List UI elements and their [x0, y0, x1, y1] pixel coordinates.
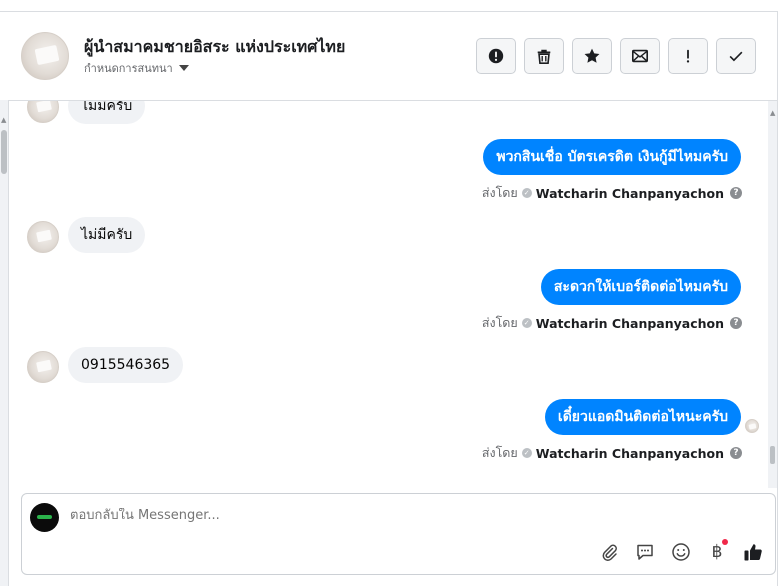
contact-avatar-small: [27, 101, 59, 123]
conversation-schedule-label: กำหนดการสนทนา: [84, 62, 173, 75]
verified-check-icon: ✓: [521, 318, 532, 328]
thumbs-up-icon: [744, 544, 762, 561]
sent-by-label: ส่งโดย: [481, 445, 518, 460]
check-icon: [729, 51, 743, 62]
envelope-icon: [631, 49, 649, 63]
sender-name[interactable]: Watcharin Chanpanyachon: [536, 316, 724, 331]
header-toolbar: [476, 38, 756, 74]
help-icon[interactable]: ?: [730, 187, 742, 199]
sent-by-line: ส่งโดย ✓ Watcharin Chanpanyachon ?: [482, 443, 742, 463]
delete-button[interactable]: [524, 38, 564, 74]
outgoing-message: พวกสินเชื่อ บัตรเครดิต เงินกู้มีไหมครับ: [483, 139, 741, 175]
left-scrollbar[interactable]: ▲: [0, 100, 9, 586]
left-scrollbar-thumb[interactable]: [1, 130, 7, 174]
scroll-up-arrow-icon[interactable]: ▲: [1, 116, 6, 124]
caret-down-icon: [178, 65, 189, 71]
reply-input[interactable]: [70, 508, 670, 523]
contact-avatar-small: [27, 351, 59, 383]
saved-reply-icon: [637, 544, 653, 560]
contact-avatar-small: [27, 221, 59, 253]
payment-button[interactable]: ฿: [706, 539, 728, 563]
like-button[interactable]: [742, 541, 764, 563]
sent-by-label: ส่งโดย: [481, 185, 518, 200]
verified-check-icon: ✓: [521, 188, 532, 198]
conversation-schedule-dropdown[interactable]: กำหนดการสนทนา: [84, 59, 189, 77]
emoji-button[interactable]: [670, 541, 692, 563]
attach-file-button[interactable]: [598, 541, 620, 563]
verified-check-icon: ✓: [521, 448, 532, 458]
outgoing-message: สะดวกให้เบอร์ติดต่อไหมครับ: [540, 269, 741, 305]
incoming-message: 0915546365: [68, 347, 184, 383]
contact-avatar[interactable]: [21, 32, 69, 80]
sender-name[interactable]: Watcharin Chanpanyachon: [536, 446, 724, 461]
contact-name[interactable]: ผู้นำสมาคมชายอิสระ แห่งประเทศไทย: [84, 35, 345, 60]
saved-reply-button[interactable]: [634, 541, 656, 563]
sent-by-line: ส่งโดย ✓ Watcharin Chanpanyachon ?: [482, 313, 742, 333]
emoji-icon: [672, 543, 690, 561]
incoming-message: ไม่มีครับ: [68, 217, 146, 253]
outgoing-message: เดี๋ยวแอดมินติดต่อไหนะครับ: [544, 399, 741, 435]
sent-by-line: ส่งโดย ✓ Watcharin Chanpanyachon ?: [482, 183, 742, 203]
notification-dot: [722, 539, 728, 545]
conversation-header: ผู้นำสมาคมชายอิสระ แห่งประเทศไทย กำหนดกา…: [9, 12, 777, 101]
help-icon[interactable]: ?: [730, 317, 742, 329]
thread-scrollbar-thumb[interactable]: [770, 446, 775, 464]
reply-composer: ฿: [21, 493, 776, 575]
mark-done-button[interactable]: [716, 38, 756, 74]
alert-icon: [488, 48, 504, 64]
scroll-up-arrow-icon[interactable]: ▲: [770, 109, 775, 117]
follow-up-button[interactable]: [668, 38, 708, 74]
mark-unread-button[interactable]: [620, 38, 660, 74]
trash-icon: [537, 49, 551, 65]
incoming-message: ไม่มีครับ: [68, 101, 146, 124]
sent-by-label: ส่งโดย: [481, 315, 518, 330]
baht-payment-icon: ฿: [711, 542, 723, 562]
page-avatar: [30, 503, 59, 532]
sender-name[interactable]: Watcharin Chanpanyachon: [536, 186, 724, 201]
exclamation-icon: [686, 49, 690, 63]
star-button[interactable]: [572, 38, 612, 74]
message-thread: ไม่มีครับ พวกสินเชื่อ บัตรเครดิต เงินกู้…: [9, 101, 768, 488]
star-icon: [584, 48, 600, 63]
paperclip-icon: [602, 544, 617, 561]
help-icon[interactable]: ?: [730, 447, 742, 459]
mark-spam-button[interactable]: [476, 38, 516, 74]
thread-scrollbar[interactable]: ▲: [768, 101, 777, 488]
composer-toolbar: ฿: [598, 539, 764, 563]
seen-receipt-avatar: [745, 419, 759, 433]
